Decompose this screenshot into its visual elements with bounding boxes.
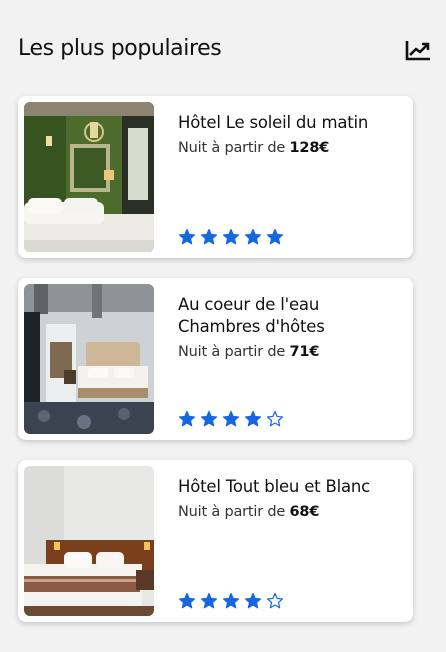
hotel-info: Hôtel Tout bleu et Blanc Nuit à partir d… bbox=[178, 476, 398, 616]
price-amount: 71€ bbox=[289, 344, 320, 360]
star-filled-icon bbox=[200, 592, 218, 609]
price-amount: 128€ bbox=[289, 140, 330, 156]
hotel-price: Nuit à partir de 128€ bbox=[178, 140, 398, 156]
star-filled-icon bbox=[244, 228, 262, 245]
star-filled-icon bbox=[178, 410, 196, 427]
hotel-photo bbox=[24, 466, 154, 616]
star-outline-icon bbox=[266, 410, 284, 427]
star-outline-icon bbox=[266, 592, 284, 609]
star-filled-icon bbox=[244, 592, 262, 609]
hotel-card[interactable]: Au coeur de l'eau Chambres d'hôtes Nuit … bbox=[18, 278, 413, 440]
star-filled-icon bbox=[200, 410, 218, 427]
hotel-card[interactable]: Hôtel Tout bleu et Blanc Nuit à partir d… bbox=[18, 460, 413, 622]
hotel-list: Hôtel Le soleil du matin Nuit à partir d… bbox=[18, 96, 413, 642]
hotel-info: Au coeur de l'eau Chambres d'hôtes Nuit … bbox=[178, 294, 398, 434]
star-filled-icon bbox=[200, 228, 218, 245]
price-prefix: Nuit à partir de bbox=[178, 504, 286, 520]
hotel-name[interactable]: Hôtel Tout bleu et Blanc bbox=[178, 476, 398, 498]
star-filled-icon bbox=[266, 228, 284, 245]
star-rating bbox=[178, 592, 284, 610]
hotel-info: Hôtel Le soleil du matin Nuit à partir d… bbox=[178, 112, 398, 252]
star-filled-icon bbox=[178, 228, 196, 245]
star-rating bbox=[178, 228, 284, 246]
hotel-price: Nuit à partir de 68€ bbox=[178, 504, 398, 520]
star-filled-icon bbox=[222, 228, 240, 245]
section-header: Les plus populaires bbox=[0, 0, 446, 96]
star-filled-icon bbox=[244, 410, 262, 427]
star-filled-icon bbox=[178, 592, 196, 609]
hotel-photo bbox=[24, 284, 154, 434]
star-rating bbox=[178, 410, 284, 428]
price-prefix: Nuit à partir de bbox=[178, 140, 286, 156]
hotel-card[interactable]: Hôtel Le soleil du matin Nuit à partir d… bbox=[18, 96, 413, 258]
star-filled-icon bbox=[222, 410, 240, 427]
price-amount: 68€ bbox=[289, 504, 320, 520]
star-filled-icon bbox=[222, 592, 240, 609]
trending-up-icon[interactable] bbox=[404, 38, 432, 62]
hotel-name[interactable]: Hôtel Le soleil du matin bbox=[178, 112, 398, 134]
hotel-price: Nuit à partir de 71€ bbox=[178, 344, 398, 360]
section-title: Les plus populaires bbox=[18, 36, 222, 61]
hotel-photo bbox=[24, 102, 154, 252]
price-prefix: Nuit à partir de bbox=[178, 344, 286, 360]
hotel-name[interactable]: Au coeur de l'eau Chambres d'hôtes bbox=[178, 294, 398, 338]
